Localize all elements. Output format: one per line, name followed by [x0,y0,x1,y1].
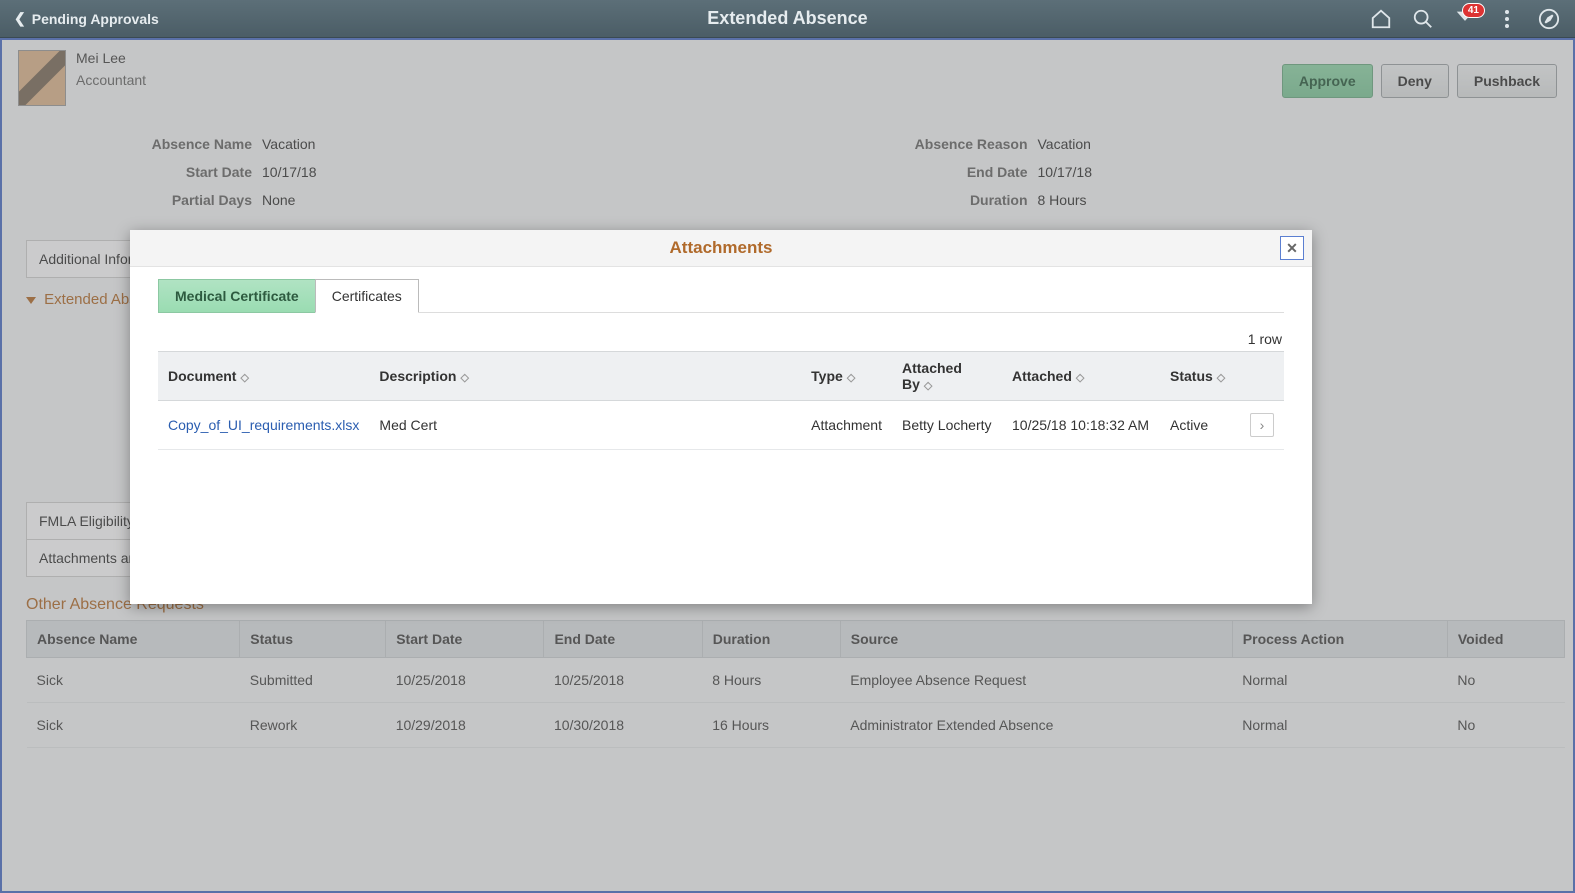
col-type[interactable]: Type◇ [801,352,892,401]
notification-badge: 41 [1462,3,1485,18]
sort-icon: ◇ [1217,372,1225,384]
row-expand-button[interactable]: › [1250,413,1274,437]
attachments-table: Document◇ Description◇ Type◇ Attached By… [158,351,1284,450]
search-icon[interactable] [1411,7,1435,31]
col-attached-by[interactable]: Attached By◇ [892,352,1002,401]
modal-tabstrip: Medical Certificate Certificates [158,279,1284,313]
col-status[interactable]: Status◇ [1160,352,1240,401]
close-icon: ✕ [1286,240,1298,257]
row-count: 1 row [158,327,1284,351]
page-title: Extended Absence [0,8,1575,29]
home-icon[interactable] [1369,7,1393,31]
chevron-right-icon: › [1260,417,1265,433]
modal-header: Attachments ✕ [130,230,1312,267]
col-description[interactable]: Description◇ [369,352,801,401]
tab-medical-certificate[interactable]: Medical Certificate [158,279,316,313]
tab-certificates[interactable]: Certificates [315,279,419,313]
cell-status: Active [1160,401,1240,450]
cell-type: Attachment [801,401,892,450]
back-button[interactable]: ❮ Pending Approvals [0,0,173,37]
table-row: Copy_of_UI_requirements.xlsx Med Cert At… [158,401,1284,450]
col-document[interactable]: Document◇ [158,352,369,401]
close-button[interactable]: ✕ [1280,236,1304,260]
sort-icon: ◇ [924,380,932,392]
menu-icon[interactable] [1495,7,1519,31]
topbar-icons: 41 [1369,0,1575,37]
sort-icon: ◇ [847,372,855,384]
col-attached[interactable]: Attached◇ [1002,352,1160,401]
chevron-left-icon: ❮ [14,10,26,27]
cell-attached: 10/25/18 10:18:32 AM [1002,401,1160,450]
sort-icon: ◇ [460,372,468,384]
document-link[interactable]: Copy_of_UI_requirements.xlsx [168,417,359,433]
sort-icon: ◇ [1076,372,1084,384]
cell-attached-by: Betty Locherty [892,401,1002,450]
notifications-icon[interactable]: 41 [1453,7,1477,31]
sort-icon: ◇ [240,372,248,384]
modal-title: Attachments [670,238,773,257]
attachments-modal: Attachments ✕ Medical Certificate Certif… [130,230,1312,604]
top-bar: ❮ Pending Approvals Extended Absence 41 [0,0,1575,38]
cell-description: Med Cert [369,401,801,450]
back-label: Pending Approvals [32,11,159,27]
compass-icon[interactable] [1537,7,1561,31]
